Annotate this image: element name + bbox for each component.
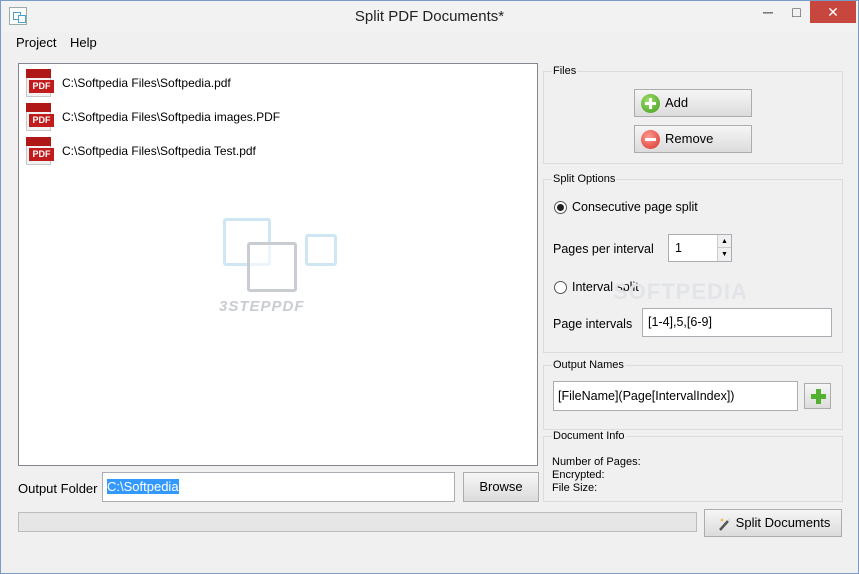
remove-button[interactable]: Remove <box>634 125 752 153</box>
number-of-pages-label: Number of Pages: <box>552 456 641 468</box>
spin-up-icon[interactable]: ▲ <box>717 235 731 248</box>
menu-project[interactable]: Project <box>16 35 56 50</box>
window-title: Split PDF Documents* <box>354 8 505 25</box>
consecutive-split-label[interactable]: Consecutive page split <box>572 200 698 214</box>
file-list-item[interactable]: PDF C:\Softpedia Files\Softpedia images.… <box>24 102 504 134</box>
spin-down-icon[interactable]: ▼ <box>717 248 731 261</box>
browse-button[interactable]: Browse <box>463 472 539 502</box>
menu-bar: Project Help <box>1 32 858 53</box>
output-folder-label: Output Folder <box>18 481 98 496</box>
page-intervals-input[interactable]: [1-4],5,[6-9] <box>642 308 832 337</box>
output-names-group: Output Names [FileName](Page[IntervalInd… <box>543 359 843 430</box>
pdf-icon: PDF <box>24 102 54 132</box>
title-bar[interactable]: Split PDF Documents* ─ □ ✕ <box>1 1 858 32</box>
split-options-group: Split Options Consecutive page split Pag… <box>543 173 843 353</box>
softpedia-watermark: SOFTPEDIA <box>613 279 748 304</box>
split-documents-button[interactable]: Split Documents <box>704 509 842 537</box>
file-list[interactable]: PDF C:\Softpedia Files\Softpedia.pdf PDF… <box>18 63 538 466</box>
split-options-title: Split Options <box>552 173 617 185</box>
minimize-button[interactable]: ─ <box>753 1 783 23</box>
file-list-item[interactable]: PDF C:\Softpedia Files\Softpedia.pdf <box>24 68 504 100</box>
file-list-item[interactable]: PDF C:\Softpedia Files\Softpedia Test.pd… <box>24 136 504 168</box>
maximize-button[interactable]: □ <box>783 1 810 23</box>
file-path: C:\Softpedia Files\Softpedia images.PDF <box>62 110 281 124</box>
main-area: PDF C:\Softpedia Files\Softpedia.pdf PDF… <box>1 53 858 573</box>
interval-split-radio[interactable] <box>554 281 567 294</box>
output-names-title: Output Names <box>552 359 625 371</box>
page-intervals-label: Page intervals <box>553 317 633 331</box>
magic-wand-icon <box>719 518 731 531</box>
file-size-label: File Size: <box>552 482 598 494</box>
pdf-icon: PDF <box>24 136 54 166</box>
file-path: C:\Softpedia Files\Softpedia.pdf <box>62 76 231 90</box>
output-names-input[interactable]: [FileName](Page[IntervalIndex]) <box>553 381 798 411</box>
file-path: C:\Softpedia Files\Softpedia Test.pdf <box>62 144 256 158</box>
document-info-title: Document Info <box>552 430 626 442</box>
remove-icon <box>641 130 660 149</box>
pdf-icon: PDF <box>24 68 54 98</box>
document-info-group: Document Info Number of Pages: Encrypted… <box>543 430 843 502</box>
pages-per-interval-stepper[interactable]: 1 ▲ ▼ <box>668 234 732 262</box>
plus-icon <box>811 389 826 404</box>
pages-per-interval-label: Pages per interval <box>553 242 654 256</box>
app-window: Split PDF Documents* ─ □ ✕ Project Help … <box>0 0 859 574</box>
close-button[interactable]: ✕ <box>810 1 856 23</box>
add-button[interactable]: Add <box>634 89 752 117</box>
output-folder-input[interactable]: C:\Softpedia <box>102 472 455 502</box>
encrypted-label: Encrypted: <box>552 469 605 481</box>
files-group-title: Files <box>552 65 578 77</box>
menu-help[interactable]: Help <box>70 35 97 50</box>
add-name-token-button[interactable] <box>804 383 831 409</box>
consecutive-split-radio[interactable] <box>554 201 567 214</box>
files-group: Files Add Remove <box>543 65 843 164</box>
3steppdf-logo-watermark: 3STEPPDF <box>219 216 349 316</box>
add-icon <box>641 94 660 113</box>
progress-bar <box>18 512 697 532</box>
